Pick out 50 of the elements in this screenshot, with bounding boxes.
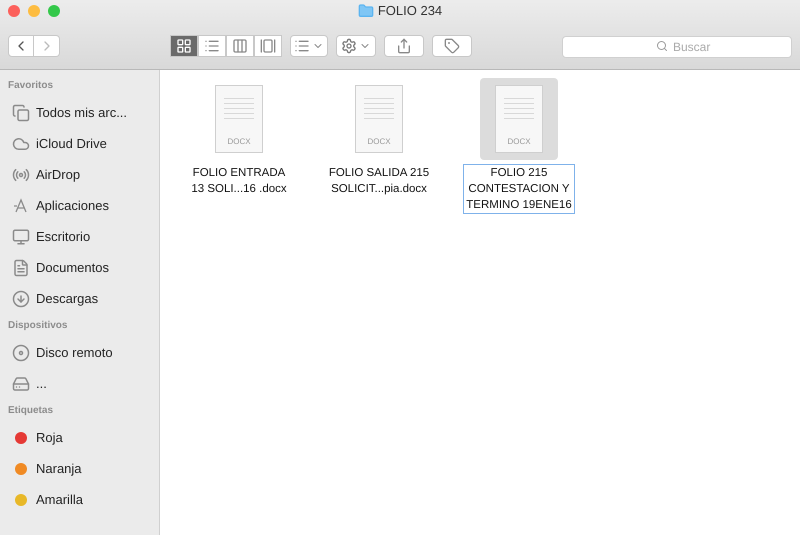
- section-heading: Etiquetas: [8, 404, 54, 418]
- sidebar-item[interactable]: Amarilla: [8, 484, 151, 515]
- arrange-button[interactable]: [290, 34, 328, 56]
- view-button[interactable]: [226, 34, 254, 56]
- sidebar-item[interactable]: Todos mis arc...: [8, 97, 151, 128]
- sidebar-item[interactable]: Descargas: [8, 283, 151, 314]
- disc-icon: [12, 344, 30, 362]
- view-icon: [232, 38, 248, 54]
- arrange-icon: [294, 38, 310, 54]
- desktop-icon: [12, 228, 30, 246]
- back-button[interactable]: [8, 34, 34, 56]
- file-name[interactable]: FOLIO SALIDA 215 SOLICIT...pia.docx: [323, 164, 435, 198]
- view-button[interactable]: [198, 34, 226, 56]
- sidebar-item[interactable]: Escritorio: [8, 221, 151, 252]
- share-button[interactable]: [384, 34, 424, 56]
- section-heading: Dispositivos: [8, 319, 68, 333]
- action-button[interactable]: [336, 34, 376, 56]
- share-icon: [396, 38, 412, 54]
- files-icon: [12, 104, 30, 122]
- view-button[interactable]: [170, 34, 198, 56]
- search-icon: [656, 40, 668, 52]
- view-icon: [176, 38, 192, 54]
- sidebar-item[interactable]: Aplicaciones: [8, 190, 151, 221]
- sidebar-item[interactable]: iCloud Drive: [8, 128, 151, 159]
- view-icon: [260, 38, 276, 54]
- view-icon: [204, 38, 220, 54]
- document-icon: DOCX: [215, 85, 263, 153]
- document-icon: [12, 258, 30, 276]
- close-button[interactable]: [8, 5, 20, 17]
- section-heading: Favoritos: [8, 79, 54, 93]
- folder-icon: [358, 3, 374, 19]
- sidebar-item[interactable]: Naranja: [8, 453, 151, 484]
- search-field[interactable]: Buscar: [562, 36, 792, 58]
- sidebar-item[interactable]: Documentos: [8, 252, 151, 283]
- file-name[interactable]: FOLIO 215 CONTESTACION Y TERMINO 19ENE16: [463, 164, 575, 214]
- drive-icon: [12, 374, 30, 392]
- sidebar-item[interactable]: Disco remoto: [8, 337, 151, 368]
- tag-icon: [444, 38, 460, 54]
- document-icon: DOCX: [355, 85, 403, 153]
- window-title: FOLIO 234: [378, 2, 442, 20]
- sidebar-item[interactable]: ...: [8, 368, 151, 399]
- settings-icon: [341, 38, 357, 54]
- sidebar-item[interactable]: AirDrop: [8, 159, 151, 190]
- document-icon: DOCX: [495, 85, 543, 153]
- sidebar-item[interactable]: Roja: [8, 422, 151, 453]
- download-icon: [12, 290, 30, 308]
- zoom-button[interactable]: [48, 5, 60, 17]
- file-name[interactable]: FOLIO ENTRADA 13 SOLI...16 .docx: [183, 164, 295, 198]
- view-button[interactable]: [254, 34, 282, 56]
- tag-button[interactable]: [432, 34, 472, 56]
